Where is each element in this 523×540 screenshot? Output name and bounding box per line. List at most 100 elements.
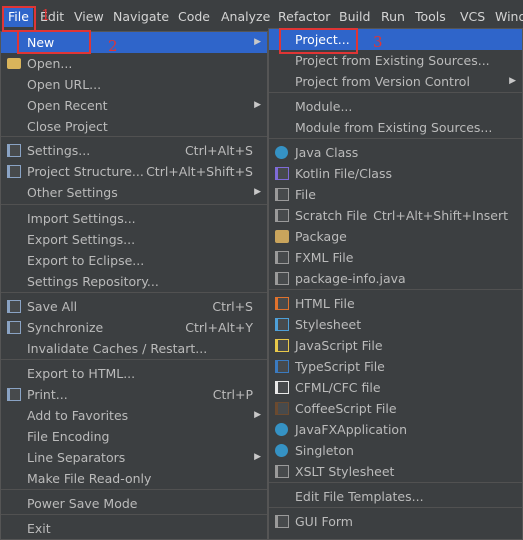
file-menu-item-open-recent[interactable]: Open Recent ▶ <box>1 95 267 116</box>
menubar-item-wind[interactable]: Wind <box>495 7 523 27</box>
menu-separator <box>269 289 522 290</box>
js-icon <box>275 339 289 352</box>
file-menu-item-label: Settings... <box>27 143 91 158</box>
file-menu-item-settings-repository[interactable]: Settings Repository... <box>1 271 267 292</box>
file-menu-item-label: Open... <box>27 56 73 71</box>
new-submenu-item-label: Project from Version Control <box>295 74 470 89</box>
file-menu-item-label: Open Recent <box>27 98 108 113</box>
new-submenu-item-typescript-file[interactable]: TypeScript File <box>269 356 522 377</box>
file-menu-item-label: Line Separators <box>27 450 126 465</box>
file-menu-item-export-settings[interactable]: Export Settings... <box>1 229 267 250</box>
file-menu-item-close-project[interactable]: Close Project <box>1 116 267 137</box>
sync-icon <box>7 321 21 334</box>
file-menu-item-project-structure[interactable]: Project Structure... Ctrl+Alt+Shift+S <box>1 161 267 182</box>
file-menu-item-label: Add to Favorites <box>27 408 129 423</box>
new-submenu: Project... Project from Existing Sources.… <box>268 28 523 540</box>
new-submenu-item-label: Package <box>295 229 347 244</box>
new-submenu-item-label: Scratch File <box>295 208 368 223</box>
menubar-item-refactor[interactable]: Refactor <box>278 7 330 27</box>
annotation-number-3: 3 <box>373 33 383 51</box>
file-menu-item-export-to-html[interactable]: Export to HTML... <box>1 363 267 384</box>
new-submenu-item-fxml-file[interactable]: FXML File <box>269 247 522 268</box>
new-submenu-item-module[interactable]: Module... <box>269 96 522 117</box>
project-structure-icon <box>7 165 21 178</box>
new-submenu-item-xslt-stylesheet[interactable]: XSLT Stylesheet <box>269 461 522 482</box>
file-icon <box>275 188 289 201</box>
menubar-item-view[interactable]: View <box>74 7 104 27</box>
annotation-box-new <box>17 30 91 54</box>
new-submenu-item-scratch-file[interactable]: Scratch File Ctrl+Alt+Shift+Insert <box>269 205 522 226</box>
new-submenu-item-javascript-file[interactable]: JavaScript File <box>269 335 522 356</box>
file-menu-item-label: Save All <box>27 299 78 314</box>
file-menu-item-import-settings[interactable]: Import Settings... <box>1 208 267 229</box>
new-submenu-item-label: Module from Existing Sources... <box>295 120 493 135</box>
file-menu-item-label: Synchronize <box>27 320 104 335</box>
new-submenu-item-label: JavaScript File <box>295 338 383 353</box>
new-submenu-item-label: File <box>295 187 316 202</box>
menu-separator <box>1 514 267 515</box>
file-menu-item-add-to-favorites[interactable]: Add to Favorites ▶ <box>1 405 267 426</box>
menubar-item-build[interactable]: Build <box>339 7 370 27</box>
file-menu-item-label: Power Save Mode <box>27 496 138 511</box>
annotation-number-1: 1 <box>41 6 51 24</box>
new-submenu-item-java-class[interactable]: Java Class <box>269 142 522 163</box>
file-menu-item-label: Open URL... <box>27 77 102 92</box>
file-menu-item-exit[interactable]: Exit <box>1 518 267 539</box>
save-icon <box>7 300 21 313</box>
file-menu-item-settings[interactable]: Settings... Ctrl+Alt+S <box>1 140 267 161</box>
menubar-item-vcs[interactable]: VCS <box>460 7 485 27</box>
submenu-arrow-icon: ▶ <box>254 37 261 47</box>
file-menu-item-power-save-mode[interactable]: Power Save Mode <box>1 493 267 514</box>
menubar-item-navigate[interactable]: Navigate <box>113 7 169 27</box>
file-menu-item-save-all[interactable]: Save All Ctrl+S <box>1 296 267 317</box>
menubar-item-tools[interactable]: Tools <box>415 7 446 27</box>
file-menu-item-other-settings[interactable]: Other Settings ▶ <box>1 182 267 203</box>
new-submenu-item-package-info-java[interactable]: package-info.java <box>269 268 522 289</box>
menubar-item-run[interactable]: Run <box>381 7 405 27</box>
new-submenu-item-project-from-version-control[interactable]: Project from Version Control ▶ <box>269 71 522 92</box>
file-menu-item-file-encoding[interactable]: File Encoding <box>1 426 267 447</box>
package-icon <box>275 230 289 243</box>
new-submenu-item-label: TypeScript File <box>295 359 385 374</box>
file-menu-item-open-url[interactable]: Open URL... <box>1 74 267 95</box>
menubar-item-analyze[interactable]: Analyze <box>221 7 270 27</box>
new-submenu-item-label: Kotlin File/Class <box>295 166 392 181</box>
wrench-icon <box>7 144 21 157</box>
annotation-box-file <box>2 6 36 32</box>
new-submenu-item-label: Module... <box>295 99 353 114</box>
file-menu-item-label: Export to HTML... <box>27 366 136 381</box>
file-menu-item-invalidate-caches-restart[interactable]: Invalidate Caches / Restart... <box>1 338 267 359</box>
submenu-arrow-icon: ▶ <box>254 100 261 110</box>
new-submenu-item-label: package-info.java <box>295 271 406 286</box>
new-submenu-item-html-file[interactable]: HTML File <box>269 293 522 314</box>
new-submenu-item-gui-form[interactable]: GUI Form <box>269 511 522 532</box>
file-menu-item-label: Invalidate Caches / Restart... <box>27 341 208 356</box>
new-submenu-item-label: Singleton <box>295 443 354 458</box>
new-submenu-item-stylesheet[interactable]: Stylesheet <box>269 314 522 335</box>
file-menu-item-line-separators[interactable]: Line Separators ▶ <box>1 447 267 468</box>
file-menu-item-print[interactable]: Print... Ctrl+P <box>1 384 267 405</box>
new-submenu-item-package[interactable]: Package <box>269 226 522 247</box>
annotation-box-project <box>279 28 358 54</box>
file-menu-item-make-file-read-only[interactable]: Make File Read-only <box>1 468 267 489</box>
new-submenu-item-singleton[interactable]: Singleton <box>269 440 522 461</box>
new-submenu-item-file[interactable]: File <box>269 184 522 205</box>
file-menu-item-export-to-eclipse[interactable]: Export to Eclipse... <box>1 250 267 271</box>
file-menu-item-open[interactable]: Open... <box>1 53 267 74</box>
file-menu-item-label: Make File Read-only <box>27 471 152 486</box>
file-menu-item-synchronize[interactable]: Synchronize Ctrl+Alt+Y <box>1 317 267 338</box>
new-submenu-item-edit-file-templates[interactable]: Edit File Templates... <box>269 486 522 507</box>
file-menu-item-label: Settings Repository... <box>27 274 159 289</box>
menu-separator <box>1 292 267 293</box>
file-menu-item-label: Exit <box>27 521 51 536</box>
file-menu: New ▶ Open... Open URL... Open Recent ▶ Close … <box>0 31 268 540</box>
menubar-item-code[interactable]: Code <box>178 7 210 27</box>
menu-separator <box>1 359 267 360</box>
new-submenu-item-module-from-existing-sources[interactable]: Module from Existing Sources... <box>269 117 522 138</box>
new-submenu-item-kotlin-file-class[interactable]: Kotlin File/Class <box>269 163 522 184</box>
new-submenu-item-javafxapplication[interactable]: JavaFXApplication <box>269 419 522 440</box>
menu-separator <box>1 204 267 205</box>
new-submenu-item-cfml-cfc-file[interactable]: CFML/CFC file <box>269 377 522 398</box>
new-submenu-item-coffeescript-file[interactable]: CoffeeScript File <box>269 398 522 419</box>
file-menu-item-shortcut: Ctrl+P <box>212 387 253 402</box>
